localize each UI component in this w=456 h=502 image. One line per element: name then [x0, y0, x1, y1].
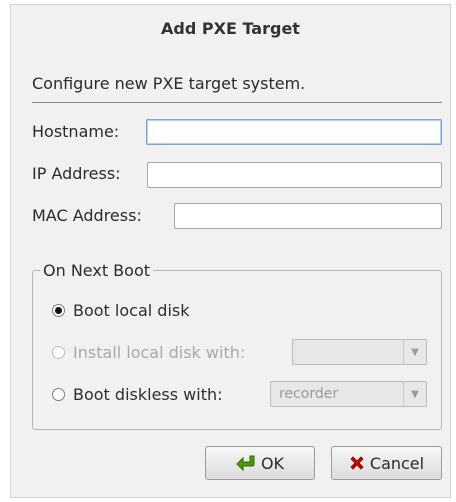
chevron-down-icon: ▼ [403, 340, 426, 364]
ok-button[interactable]: OK [205, 446, 315, 480]
ok-button-label: OK [260, 453, 285, 473]
ip-address-input[interactable] [147, 162, 442, 188]
cancel-button[interactable]: Cancel [331, 446, 442, 480]
hostname-label: Hostname: [32, 122, 120, 141]
dialog-title: Add PXE Target [161, 19, 300, 38]
install-image-combo: ▼ [292, 339, 427, 365]
red-x-icon [349, 455, 365, 471]
boot-diskless-option[interactable]: Boot diskless with: [52, 385, 223, 404]
hostname-input[interactable] [146, 119, 442, 145]
install-local-disk-radio [52, 346, 65, 359]
add-pxe-target-dialog: Add PXE Target Configure new PXE target … [10, 4, 451, 498]
chevron-down-icon: ▼ [403, 382, 426, 406]
boot-diskless-radio[interactable] [52, 388, 65, 401]
separator [32, 102, 442, 103]
boot-local-disk-option[interactable]: Boot local disk [52, 301, 189, 320]
on-next-boot-title: On Next Boot [40, 261, 154, 280]
install-local-disk-label: Install local disk with: [73, 343, 246, 362]
ip-address-label: IP Address: [32, 164, 121, 183]
dialog-subtitle: Configure new PXE target system. [32, 74, 306, 93]
mac-address-input[interactable] [174, 203, 442, 229]
cancel-button-label: Cancel [369, 453, 425, 473]
diskless-image-combo-value: recorder [279, 386, 339, 402]
boot-local-disk-label: Boot local disk [73, 301, 190, 320]
green-arrow-icon [236, 454, 256, 472]
mac-address-label: MAC Address: [32, 206, 142, 225]
boot-local-disk-radio[interactable] [52, 304, 65, 317]
install-local-disk-option: Install local disk with: [52, 343, 245, 362]
boot-diskless-label: Boot diskless with: [73, 385, 223, 404]
diskless-image-combo[interactable]: recorder ▼ [270, 381, 427, 407]
